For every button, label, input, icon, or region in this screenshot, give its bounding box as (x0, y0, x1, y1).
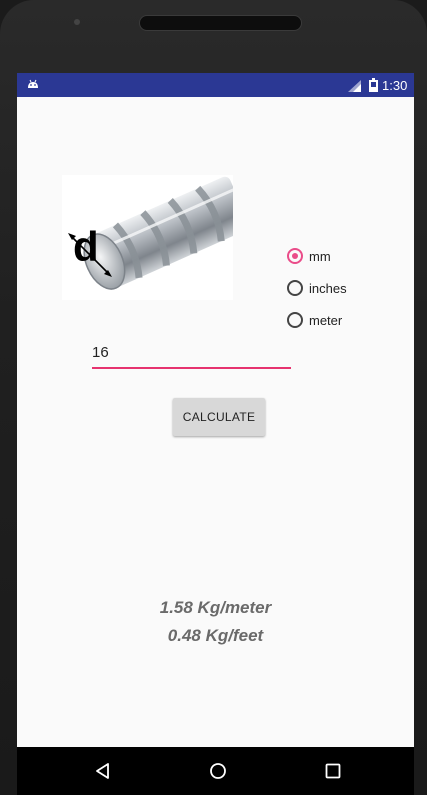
radio-button-unchecked[interactable] (287, 312, 303, 328)
radio-button-unchecked[interactable] (287, 280, 303, 296)
result-kg-per-meter: 1.58 Kg/meter (159, 598, 272, 617)
status-time: 1:30 (382, 78, 408, 93)
recents-button[interactable] (303, 747, 363, 795)
rebar-diameter-image: d (62, 175, 233, 300)
radio-option-mm[interactable]: mm (287, 244, 331, 268)
radio-option-inches[interactable]: inches (287, 276, 347, 300)
recents-icon (325, 763, 341, 779)
front-camera (74, 19, 80, 25)
navigation-bar (17, 747, 414, 795)
diameter-input[interactable] (92, 339, 291, 369)
home-icon (210, 763, 226, 779)
status-bar: 1:30 (17, 73, 414, 97)
calculate-button[interactable]: CALCULATE (173, 398, 265, 436)
result-kg-per-feet: 0.48 Kg/feet (167, 626, 264, 645)
battery-icon (369, 78, 378, 92)
android-notification-icon (28, 79, 38, 88)
back-icon (96, 763, 109, 779)
diameter-label: d (73, 223, 99, 270)
radio-button-checked[interactable] (287, 248, 303, 264)
earpiece-speaker (139, 15, 302, 31)
app-screen: 1:30 d mm inches meter 16 CALCULATE 1.58… (17, 73, 414, 795)
radio-label-mm: mm (309, 248, 331, 264)
phone-frame: 1:30 d mm inches meter 16 CALCULATE 1.58… (0, 0, 427, 795)
radio-option-meter[interactable]: meter (287, 308, 342, 332)
home-button[interactable] (188, 747, 248, 795)
radio-label-inches: inches (309, 280, 347, 296)
signal-icon (348, 80, 361, 92)
back-button[interactable] (73, 747, 133, 795)
radio-label-meter: meter (309, 312, 343, 328)
